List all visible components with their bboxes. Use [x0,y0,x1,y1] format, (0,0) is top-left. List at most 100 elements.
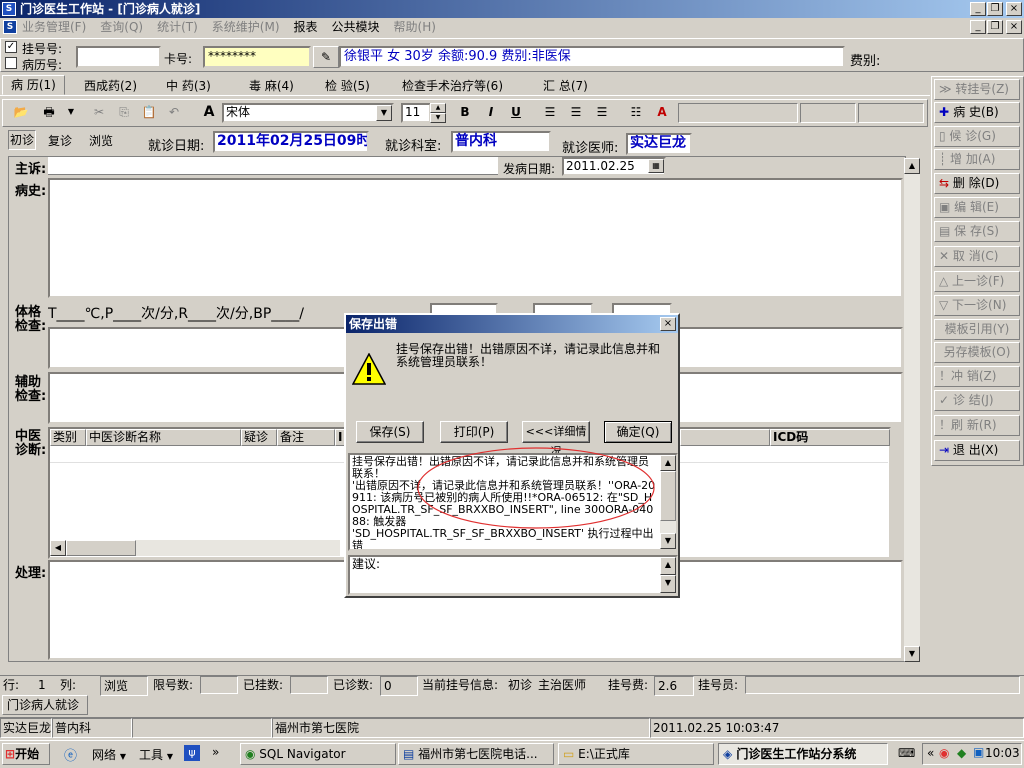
tab-summary[interactable]: 汇 总(7) [543,77,588,94]
italic-button[interactable]: I [482,104,500,120]
menu-item-stats[interactable]: 统计(T) [157,20,198,34]
menu-item-business[interactable]: 业务管理(F) [22,20,86,34]
card-reader-icon[interactable]: ✎ [313,46,339,68]
delete-button[interactable]: ⇆ 删 除(D) [934,173,1020,194]
record-no-checkbox[interactable] [5,57,17,69]
tab-narcotics[interactable]: 毒 麻(4) [249,77,294,94]
print-icon[interactable]: 🖶 [40,104,58,120]
dialog-details-button[interactable]: <<<详细情况 [522,421,590,458]
diag-h-scrollbar[interactable]: ◀ [50,540,340,556]
menu-item-query[interactable]: 查询(Q) [100,20,143,34]
card-input[interactable]: ******** [203,46,311,68]
visit-tab-browse[interactable]: 浏览 [89,132,113,149]
reverse-button[interactable]: ！冲 销(Z) [934,366,1020,387]
prev-visit-button[interactable]: △ 上一诊(F) [934,271,1020,292]
font-size-input[interactable]: 11 [401,103,431,123]
suggest-scroll-up-icon[interactable]: ▲ [660,557,676,575]
mdi-window-tab[interactable]: 门诊病人就诊 [2,695,88,715]
tray-expand-icon[interactable]: « [927,746,934,760]
align-center-icon[interactable]: ☰ [567,104,585,120]
menu-item-report[interactable]: 报表 [294,20,318,34]
quicklaunch-icon[interactable]: ψ [184,745,200,761]
dialog-print-button[interactable]: 打印(P) [440,421,508,443]
font-size-down-icon[interactable]: ▼ [430,113,446,123]
suggest-scroll-down-icon[interactable]: ▼ [660,575,676,593]
taskbar-network[interactable]: 网络 ▼ [92,746,126,763]
detail-scroll-up-icon[interactable]: ▲ [660,455,676,471]
text-color-icon[interactable]: A [653,104,671,120]
next-visit-button[interactable]: ▽ 下一诊(N) [934,295,1020,316]
undo-icon[interactable]: ↶ [165,104,183,120]
underline-button[interactable]: U [507,104,525,120]
tab-exam-surgery[interactable]: 检查手术治疗等(6) [402,77,503,94]
menu-item-system[interactable]: 系统维护(M) [212,20,280,34]
bold-button[interactable]: B [456,104,474,120]
edit-button[interactable]: ▣ 编 辑(E) [934,197,1020,218]
vitals-line[interactable]: T____℃,P____次/分,R____次/分,BP____/ [48,303,348,325]
scroll-up-icon[interactable]: ▲ [904,158,920,174]
mdi-restore-button[interactable]: ❐ [987,20,1003,34]
save-button[interactable]: ▤ 保 存(S) [934,221,1020,242]
waiting-button[interactable]: ▯ 候 诊(G) [934,126,1020,147]
start-button[interactable]: ⊞开始 [2,743,50,765]
template-use-button[interactable]: 模板引用(Y) [934,319,1020,340]
detail-v-scrollbar[interactable]: ▲ ▼ [660,455,676,549]
tab-medical-record[interactable]: 病 历(1) [2,75,65,95]
save-template-button[interactable]: 另存模板(O) [934,342,1020,363]
detail-scroll-thumb[interactable] [660,471,676,521]
menu-item-public[interactable]: 公共模块 [332,20,380,34]
align-left-icon[interactable]: ☰ [541,104,559,120]
mdi-close-button[interactable]: × [1006,20,1022,34]
reg-no-input[interactable] [76,46,161,68]
keyboard-icon[interactable]: ⌨ [898,746,915,760]
task-folder[interactable]: ▭ E:\正式库 [558,743,714,765]
bullet-list-icon[interactable]: ☷ [627,104,645,120]
mdi-minimize-button[interactable]: _ [970,20,986,34]
refresh-button[interactable]: ！刷 新(R) [934,415,1020,436]
dialog-ok-button[interactable]: 确定(Q) [604,421,672,443]
conclude-button[interactable]: ✓ 诊 结(J) [934,390,1020,411]
tray-app-icon[interactable]: ◆ [957,746,966,760]
minimize-button[interactable]: _ [970,2,986,16]
transfer-reg-button[interactable]: ≫ 转挂号(Z) [934,79,1020,100]
ie-icon[interactable]: ⓔ [64,745,77,764]
dialog-save-button[interactable]: 保存(S) [356,421,424,443]
cancel-button[interactable]: ✕ 取 消(C) [934,246,1020,267]
tab-lab[interactable]: 检 验(5) [325,77,370,94]
scroll-thumb[interactable] [66,540,136,556]
print-dropdown-icon[interactable]: ▼ [62,104,80,120]
restore-button[interactable]: ❐ [987,2,1003,16]
font-size-up-icon[interactable]: ▲ [430,103,446,113]
task-sql-navigator[interactable]: ◉ SQL Navigator [240,743,396,765]
tab-western-medicine[interactable]: 西成药(2) [84,77,137,94]
font-name-select[interactable]: 宋体 [222,103,394,123]
qq-icon[interactable]: ◉ [939,746,949,760]
close-button[interactable]: × [1006,2,1022,16]
reg-no-checkbox[interactable]: ✓ [5,41,17,53]
open-folder-icon[interactable]: 📂 [12,104,30,120]
paste-icon[interactable]: 📋 [140,104,158,120]
scroll-left-icon[interactable]: ◀ [50,540,66,556]
dialog-suggest-textarea[interactable]: 建议: ▲ ▼ [348,555,678,595]
task-clinic-workstation[interactable]: ◈ 门诊医生工作站分系统 [718,743,888,765]
visit-tab-return[interactable]: 复诊 [48,132,72,149]
align-right-icon[interactable]: ☰ [593,104,611,120]
tray-network-icon[interactable]: ▣ [973,745,984,759]
detail-scroll-down-icon[interactable]: ▼ [660,533,676,549]
history-textarea[interactable] [48,178,903,298]
tab-chinese-medicine[interactable]: 中 药(3) [166,77,211,94]
menu-item-help[interactable]: 帮助(H) [394,20,436,34]
calendar-icon[interactable]: ▦ [648,159,664,173]
exit-button[interactable]: ⇥ 退 出(X) [934,440,1020,461]
task-hospital-phone[interactable]: ▤ 福州市第七医院电话... [398,743,554,765]
taskbar-tools[interactable]: 工具 ▼ [139,746,173,763]
add-button[interactable]: ┊ 增 加(A) [934,149,1020,170]
dialog-close-button[interactable]: × [660,317,676,331]
copy-icon[interactable]: ⎘ [115,104,133,120]
history-button[interactable]: ✚ 病 史(B) [934,102,1020,123]
taskbar-more-icon[interactable]: » [212,745,219,759]
visit-tab-first[interactable]: 初诊 [8,130,36,150]
scroll-down-icon[interactable]: ▼ [904,646,920,662]
complaint-input[interactable] [48,157,498,175]
font-name-chevron-icon[interactable]: ▼ [376,105,392,121]
